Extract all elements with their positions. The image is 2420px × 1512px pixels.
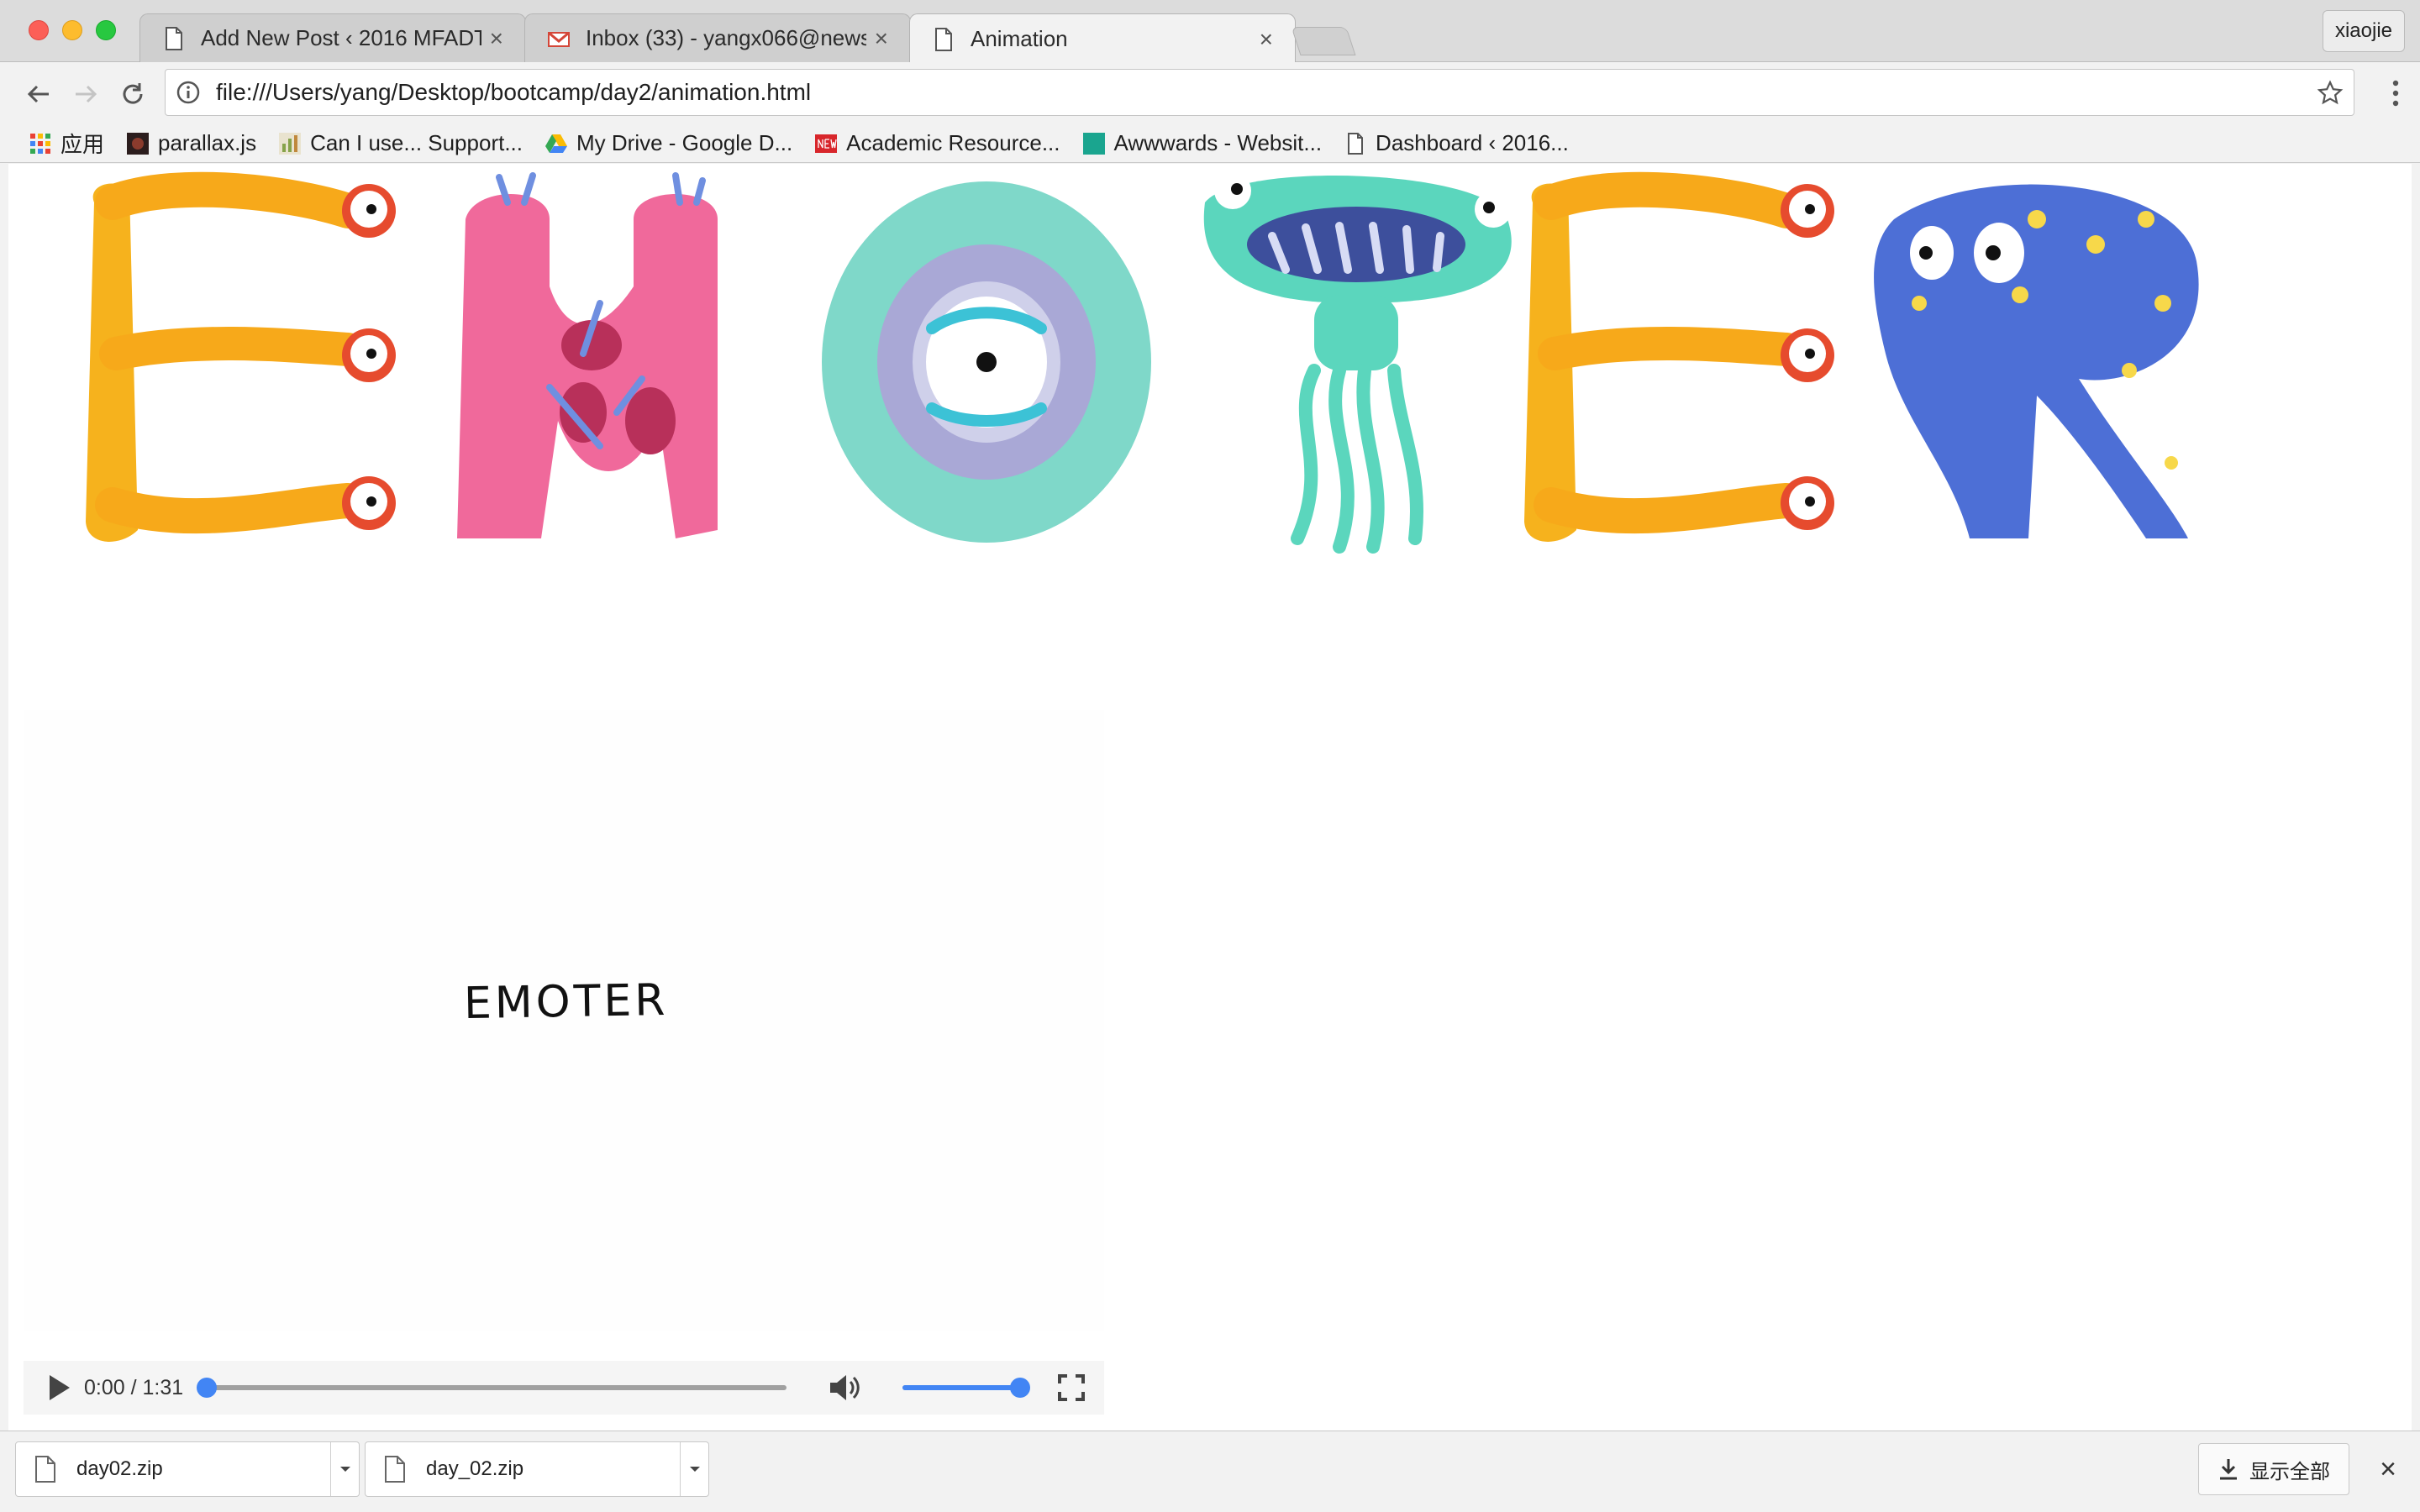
tab-title: Animation bbox=[971, 26, 1068, 51]
monster-letter-m bbox=[457, 172, 718, 538]
bookmark-academic-resource[interactable]: Academic Resource... bbox=[814, 130, 1060, 156]
download-menu-button[interactable] bbox=[330, 1442, 359, 1496]
page-icon bbox=[166, 26, 182, 50]
bookmark-star-icon[interactable] bbox=[2317, 80, 2344, 107]
info-icon[interactable] bbox=[176, 80, 201, 105]
download-filename: day_02.zip bbox=[426, 1457, 524, 1480]
bookmark-apps[interactable]: 应用 bbox=[29, 128, 104, 159]
fullscreen-icon[interactable] bbox=[1057, 1373, 1086, 1402]
caniuse-favicon bbox=[279, 132, 302, 155]
bookmark-dashboard[interactable]: Dashboard ‹ 2016... bbox=[1344, 130, 1569, 156]
monster-letter-r bbox=[1874, 184, 2199, 539]
apps-grid-icon bbox=[30, 133, 50, 154]
browser-window: Add New Post ‹ 2016 MFADT | × Inbox (33)… bbox=[0, 0, 2420, 1512]
volume-slider[interactable] bbox=[902, 1378, 1031, 1398]
reload-button[interactable] bbox=[114, 76, 151, 113]
tab-inbox[interactable]: Inbox (33) - yangx066@newsc × bbox=[524, 13, 911, 62]
tab-add-new-post[interactable]: Add New Post ‹ 2016 MFADT | × bbox=[139, 13, 526, 62]
tab-bar: Add New Post ‹ 2016 MFADT | × Inbox (33)… bbox=[0, 0, 2420, 64]
emoter-monster-letters-banner bbox=[86, 171, 2199, 554]
page-icon bbox=[935, 27, 952, 51]
download-item[interactable]: day_02.zip bbox=[365, 1441, 709, 1497]
tab-title: Inbox (33) - yangx066@newsc bbox=[586, 25, 866, 50]
address-bar[interactable]: file:///Users/yang/Desktop/bootcamp/day2… bbox=[165, 69, 2354, 116]
video-controls: 0:00 / 1:31 bbox=[24, 1361, 1104, 1415]
url-text[interactable]: file:///Users/yang/Desktop/bootcamp/day2… bbox=[216, 79, 811, 106]
bookmark-label: Dashboard ‹ 2016... bbox=[1376, 130, 1569, 155]
reload-icon bbox=[123, 83, 143, 104]
download-shelf: day02.zip day_02.zip 显示全部 × bbox=[0, 1431, 2420, 1507]
page-icon bbox=[1348, 132, 1364, 155]
new-badge-icon bbox=[815, 134, 838, 153]
close-icon[interactable]: × bbox=[2380, 1453, 2396, 1486]
play-icon[interactable] bbox=[47, 1373, 72, 1402]
video-time: 0:00 / 1:31 bbox=[84, 1375, 184, 1399]
monster-letter-e-2 bbox=[1524, 171, 1834, 542]
volume-slider-thumb[interactable] bbox=[1010, 1378, 1031, 1398]
volume-slider-fill bbox=[902, 1385, 1021, 1390]
video-player[interactable]: EMOTER bbox=[24, 710, 1104, 1331]
awwwards-favicon bbox=[1082, 132, 1105, 155]
bookmark-label: 应用 bbox=[60, 132, 105, 157]
chevron-down-icon bbox=[339, 1467, 350, 1472]
seek-bar[interactable] bbox=[197, 1378, 787, 1398]
bookmark-label: parallax.js bbox=[158, 130, 257, 155]
bookmark-label: My Drive - Google D... bbox=[576, 130, 793, 155]
bookmark-label: Can I use... Support... bbox=[310, 130, 523, 155]
parallax-favicon bbox=[127, 132, 150, 155]
menu-dots-icon[interactable] bbox=[2391, 79, 2400, 108]
monster-letter-t bbox=[1203, 172, 1512, 554]
profile-button[interactable]: xiaojie bbox=[2322, 10, 2405, 52]
minimize-window-button[interactable] bbox=[62, 20, 82, 40]
bookmark-label: Academic Resource... bbox=[846, 130, 1060, 155]
monster-letter-o bbox=[822, 181, 1151, 543]
bookmarks-bar: 应用 parallax.js Can I use... Support... M… bbox=[0, 124, 2420, 163]
monster-letter-e-1 bbox=[86, 171, 396, 542]
back-button[interactable] bbox=[20, 76, 57, 113]
download-menu-button[interactable] bbox=[680, 1442, 708, 1496]
close-window-button[interactable] bbox=[29, 20, 49, 40]
tab-close-icon[interactable]: × bbox=[1260, 26, 1273, 53]
back-arrow-icon bbox=[27, 85, 49, 103]
gmail-icon bbox=[548, 31, 570, 47]
download-filename: day02.zip bbox=[76, 1457, 163, 1480]
show-all-label: 显示全部 bbox=[2249, 1460, 2330, 1483]
bookmark-awwwards[interactable]: Awwwards - Websit... bbox=[1082, 130, 1323, 156]
video-frame-title: EMOTER bbox=[463, 974, 669, 1030]
tab-animation[interactable]: Animation × bbox=[909, 13, 1296, 64]
file-icon bbox=[35, 1456, 55, 1483]
tab-title: Add New Post ‹ 2016 MFADT | bbox=[201, 25, 481, 50]
tab-close-icon[interactable]: × bbox=[875, 25, 888, 52]
chevron-down-icon bbox=[689, 1467, 700, 1472]
google-drive-icon bbox=[545, 134, 567, 153]
show-all-downloads-button[interactable]: 显示全部 bbox=[2198, 1443, 2349, 1495]
zoom-window-button[interactable] bbox=[96, 20, 116, 40]
download-icon bbox=[2220, 1459, 2237, 1480]
file-icon bbox=[385, 1456, 405, 1483]
page-content: EMOTER 0:00 / 1:31 bbox=[8, 164, 2412, 1431]
tab-close-icon[interactable]: × bbox=[490, 25, 503, 52]
download-item[interactable]: day02.zip bbox=[15, 1441, 360, 1497]
bookmark-parallax[interactable]: parallax.js bbox=[126, 130, 256, 156]
new-tab-button[interactable] bbox=[1291, 27, 1356, 55]
forward-arrow-icon bbox=[76, 85, 97, 103]
bookmark-caniuse[interactable]: Can I use... Support... bbox=[278, 130, 523, 156]
seek-bar-thumb[interactable] bbox=[197, 1378, 218, 1398]
toolbar: file:///Users/yang/Desktop/bootcamp/day2… bbox=[0, 62, 2420, 124]
forward-button[interactable] bbox=[67, 76, 104, 113]
bookmark-google-drive[interactable]: My Drive - Google D... bbox=[544, 130, 792, 156]
bookmark-label: Awwwards - Websit... bbox=[1113, 130, 1323, 155]
volume-icon[interactable] bbox=[827, 1371, 862, 1404]
